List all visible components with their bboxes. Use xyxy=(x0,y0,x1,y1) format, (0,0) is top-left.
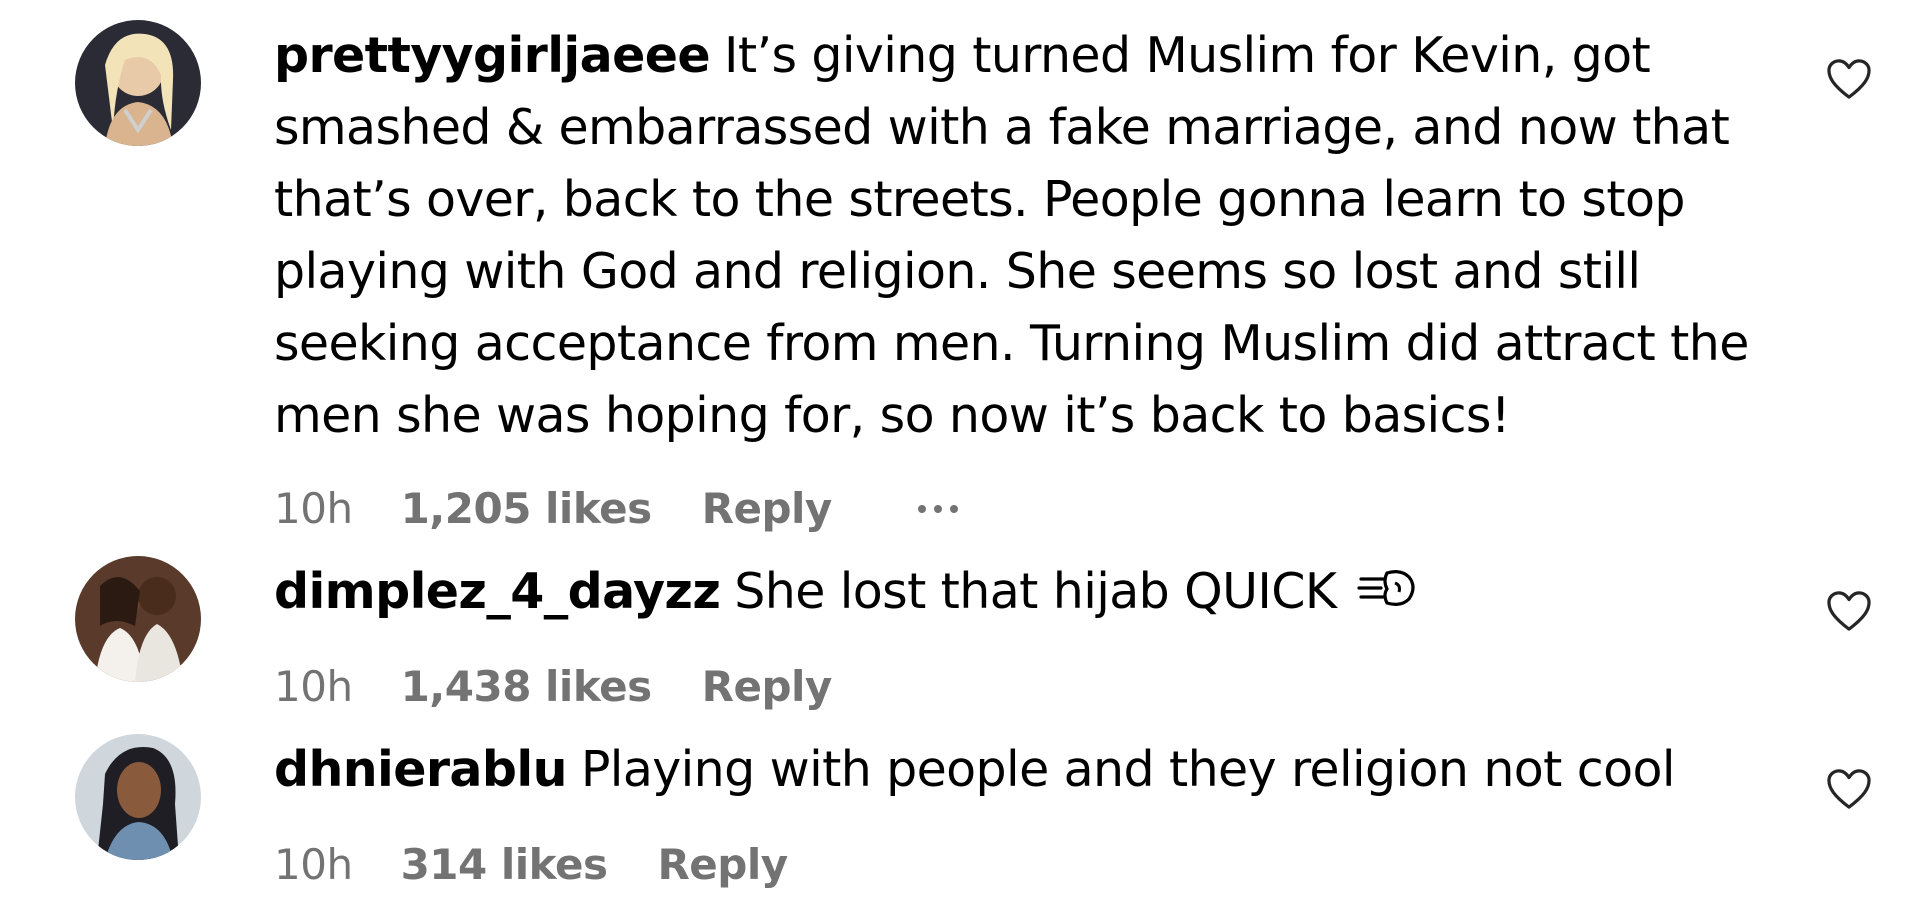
comment-username[interactable]: dhnierablu xyxy=(274,741,567,798)
avatar[interactable] xyxy=(75,734,201,860)
heart-outline-icon[interactable] xyxy=(1826,768,1872,810)
comment-text: prettyygirljaeee It’s giving turned Musli… xyxy=(274,20,1774,452)
reply-button[interactable]: Reply xyxy=(657,840,788,889)
user-avatar-icon xyxy=(75,734,201,860)
comment-time[interactable]: 10h xyxy=(274,662,353,711)
comment-meta: 10h 314 likes Reply xyxy=(274,840,788,889)
more-options-icon[interactable] xyxy=(917,504,958,513)
comment-likes[interactable]: 314 likes xyxy=(401,840,608,889)
avatar[interactable] xyxy=(75,556,201,682)
comment-text: dhnierablu Playing with people and they r… xyxy=(274,734,1774,806)
heart-outline-icon[interactable] xyxy=(1826,590,1872,632)
comment-time[interactable]: 10h xyxy=(274,484,353,533)
comment-meta: 10h 1,438 likes Reply xyxy=(274,662,832,711)
comment-meta: 10h 1,205 likes Reply xyxy=(274,484,958,533)
reply-button[interactable]: Reply xyxy=(702,662,833,711)
reply-button[interactable]: Reply xyxy=(702,484,833,533)
user-avatar-icon xyxy=(75,556,201,682)
comment-text: dimplez_4_dayzz She lost that hijab QUICK xyxy=(274,556,1774,631)
comment-likes[interactable]: 1,438 likes xyxy=(401,662,653,711)
comment-username[interactable]: prettyygirljaeee xyxy=(274,27,711,84)
avatar[interactable] xyxy=(75,20,201,146)
comment-time[interactable]: 10h xyxy=(274,840,353,889)
comment-body: She lost that hijab QUICK xyxy=(734,563,1337,620)
user-avatar-icon xyxy=(75,20,201,146)
heart-outline-icon[interactable] xyxy=(1826,58,1872,100)
comment-body: Playing with people and they religion no… xyxy=(580,741,1676,798)
dash-emoji-icon xyxy=(1357,559,1419,631)
comment-likes[interactable]: 1,205 likes xyxy=(401,484,653,533)
comment-body: It’s giving turned Muslim for Kevin, got… xyxy=(274,27,1749,444)
comment-username[interactable]: dimplez_4_dayzz xyxy=(274,563,721,620)
